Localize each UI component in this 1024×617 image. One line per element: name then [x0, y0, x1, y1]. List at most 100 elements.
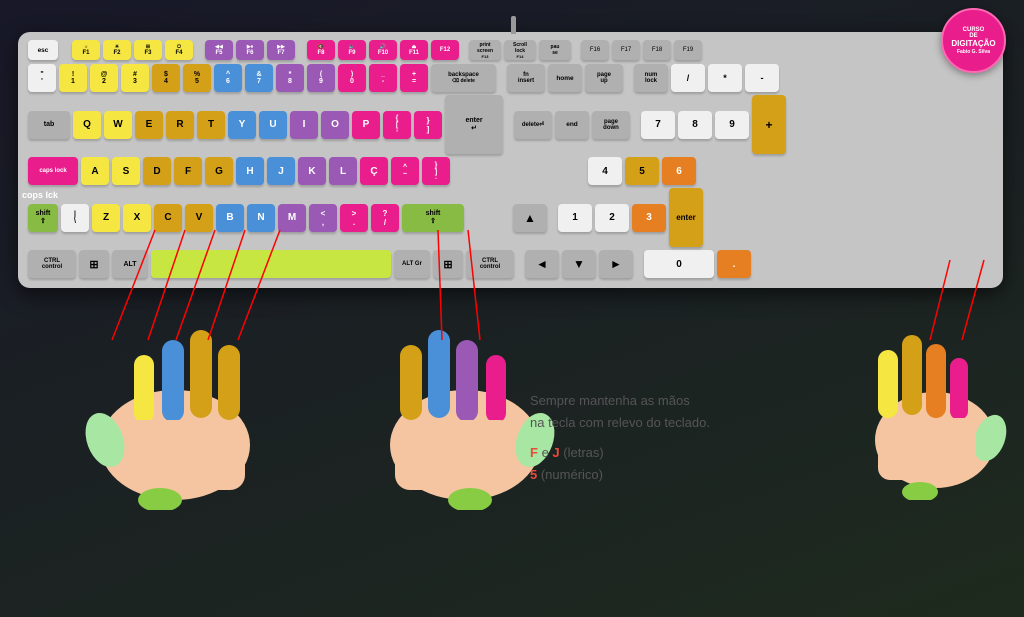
key-f10[interactable]: 🔊F10	[369, 40, 397, 60]
key-v[interactable]: V	[185, 204, 213, 232]
key-f2[interactable]: ☀F2	[103, 40, 131, 60]
key-7[interactable]: &7	[245, 64, 273, 92]
key-tilde[interactable]: "'	[28, 64, 56, 92]
key-num6[interactable]: 6	[662, 157, 696, 185]
key-b[interactable]: B	[216, 204, 244, 232]
key-d[interactable]: D	[143, 157, 171, 185]
key-num-asterisk[interactable]: *	[708, 64, 742, 92]
key-num-slash[interactable]: /	[671, 64, 705, 92]
key-n[interactable]: N	[247, 204, 275, 232]
key-numperiod[interactable]: .	[717, 250, 751, 278]
key-curly-brace[interactable]: }]*	[422, 157, 450, 185]
key-home[interactable]: home	[548, 64, 582, 92]
key-arrow-right[interactable]: ►	[599, 250, 633, 278]
key-ctrl-right[interactable]: CTRLcontrol	[466, 250, 514, 278]
key-pageup[interactable]: pageup	[585, 64, 623, 92]
key-capslock[interactable]: caps lock	[28, 157, 78, 185]
key-f6[interactable]: ▶⏸F6	[236, 40, 264, 60]
key-numenter[interactable]: enter	[669, 188, 703, 247]
key-m[interactable]: M	[278, 204, 306, 232]
key-pause[interactable]: pause	[539, 40, 571, 60]
key-4[interactable]: $4	[152, 64, 180, 92]
key-f4[interactable]: ⏻F4	[165, 40, 193, 60]
key-k[interactable]: K	[298, 157, 326, 185]
key-w[interactable]: W	[104, 111, 132, 139]
key-shift-left[interactable]: shift⇧	[28, 204, 58, 232]
key-period[interactable]: >.	[340, 204, 368, 232]
key-c[interactable]: C	[154, 204, 182, 232]
key-h[interactable]: H	[236, 157, 264, 185]
key-f19[interactable]: F19	[674, 40, 702, 60]
key-num8[interactable]: 8	[678, 111, 712, 139]
key-a[interactable]: A	[81, 157, 109, 185]
key-f18[interactable]: F18	[643, 40, 671, 60]
key-cedilla[interactable]: Ç	[360, 157, 388, 185]
key-f11[interactable]: ⏏F11	[400, 40, 428, 60]
key-5[interactable]: %5	[183, 64, 211, 92]
key-1[interactable]: !1	[59, 64, 87, 92]
key-arrow-down[interactable]: ▼	[562, 250, 596, 278]
key-equals[interactable]: +=	[400, 64, 428, 92]
key-num5[interactable]: 5	[625, 157, 659, 185]
key-f[interactable]: F	[174, 157, 202, 185]
key-u[interactable]: U	[259, 111, 287, 139]
key-num4[interactable]: 4	[588, 157, 622, 185]
key-num0[interactable]: 0	[644, 250, 714, 278]
key-f12[interactable]: F12	[431, 40, 459, 60]
key-slash[interactable]: ?/	[371, 204, 399, 232]
key-y[interactable]: Y	[228, 111, 256, 139]
key-numplus[interactable]: +	[752, 95, 786, 154]
key-end[interactable]: end	[555, 111, 589, 139]
key-r[interactable]: R	[166, 111, 194, 139]
key-0[interactable]: )0	[338, 64, 366, 92]
key-bracket-open[interactable]: {[ª	[383, 111, 411, 139]
key-win-left[interactable]: ⊞	[79, 250, 109, 278]
key-f3[interactable]: ⊞F3	[134, 40, 162, 60]
key-num1[interactable]: 1	[558, 204, 592, 232]
key-f5[interactable]: ◀◀F5	[205, 40, 233, 60]
key-backspace[interactable]: backspace⌫ delete	[431, 64, 496, 92]
key-bracket-close[interactable]: }]	[414, 111, 442, 139]
key-num-backspace[interactable]: -	[745, 64, 779, 92]
key-8[interactable]: *8	[276, 64, 304, 92]
key-comma[interactable]: <,	[309, 204, 337, 232]
key-enter[interactable]: enter↵	[445, 95, 503, 154]
key-num2[interactable]: 2	[595, 204, 629, 232]
key-t[interactable]: T	[197, 111, 225, 139]
key-win-right[interactable]: ⊞	[433, 250, 463, 278]
key-o[interactable]: O	[321, 111, 349, 139]
key-alt-gr[interactable]: ALT Gr	[394, 250, 430, 278]
key-ctrl-left[interactable]: CTRLcontrol	[28, 250, 76, 278]
key-l[interactable]: L	[329, 157, 357, 185]
key-esc[interactable]: esc	[28, 40, 58, 60]
key-s[interactable]: S	[112, 157, 140, 185]
key-num3[interactable]: 3	[632, 204, 666, 232]
key-tilde-key[interactable]: ^~	[391, 157, 419, 185]
key-3[interactable]: #3	[121, 64, 149, 92]
key-j[interactable]: J	[267, 157, 295, 185]
key-f8[interactable]: 🔇F8	[307, 40, 335, 60]
key-f17[interactable]: F17	[612, 40, 640, 60]
key-q[interactable]: Q	[73, 111, 101, 139]
key-i[interactable]: I	[290, 111, 318, 139]
key-f7[interactable]: ▶▶F7	[267, 40, 295, 60]
key-f1[interactable]: ☼F1	[72, 40, 100, 60]
key-e[interactable]: E	[135, 111, 163, 139]
key-print-screen[interactable]: printscreenF13	[469, 40, 501, 60]
key-numlock[interactable]: numlock	[634, 64, 668, 92]
key-6[interactable]: ^6	[214, 64, 242, 92]
key-delete[interactable]: delete⏎	[514, 111, 552, 139]
key-scroll-lock[interactable]: ScrolllockF14	[504, 40, 536, 60]
key-x[interactable]: X	[123, 204, 151, 232]
key-f9[interactable]: 🔉F9	[338, 40, 366, 60]
key-minus[interactable]: _-	[369, 64, 397, 92]
key-p[interactable]: P	[352, 111, 380, 139]
key-g[interactable]: G	[205, 157, 233, 185]
key-z[interactable]: Z	[92, 204, 120, 232]
key-num7[interactable]: 7	[641, 111, 675, 139]
key-9[interactable]: (9	[307, 64, 335, 92]
key-num9[interactable]: 9	[715, 111, 749, 139]
key-shift-right[interactable]: shift⇧	[402, 204, 464, 232]
key-tab[interactable]: tab	[28, 111, 70, 139]
key-2[interactable]: @2	[90, 64, 118, 92]
